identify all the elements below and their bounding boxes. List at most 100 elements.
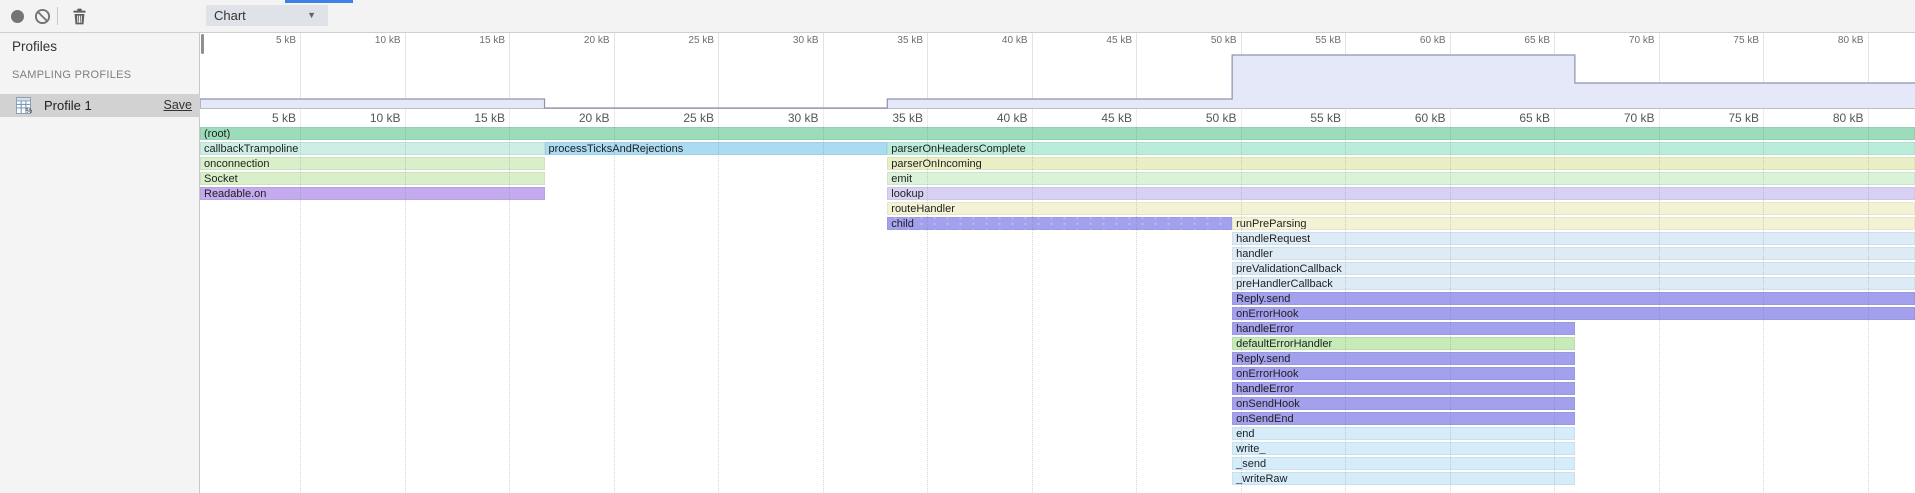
- flame-bar[interactable]: _writeRaw: [1232, 472, 1575, 485]
- ruler-tick-label: 5 kB: [226, 111, 296, 125]
- record-button[interactable]: [6, 6, 28, 26]
- grid-line: [509, 109, 510, 127]
- flame-bar-label: parserOnIncoming: [891, 158, 982, 170]
- flame-graph: (root) callbackTrampoline processTicksAndR…: [200, 127, 1915, 493]
- flame-bar[interactable]: Reply.send: [1232, 292, 1915, 305]
- ruler-tick-label: 30 kB: [749, 111, 819, 125]
- ruler-tick-label: 40 kB: [958, 111, 1028, 125]
- sidebar-title: Profiles: [12, 39, 57, 54]
- flame-chart-area: 5 kB10 kB15 kB20 kB25 kB30 kB35 kB40 kB4…: [200, 33, 1915, 493]
- grid-line: [1450, 109, 1451, 127]
- grid-line: [927, 109, 928, 127]
- flame-bar-label: _writeRaw: [1236, 473, 1287, 485]
- flame-bar[interactable]: Reply.send: [1232, 352, 1575, 365]
- flame-bar[interactable]: parserOnHeadersComplete: [887, 142, 1915, 155]
- grid-line: [1032, 109, 1033, 127]
- flame-bar[interactable]: write_: [1232, 442, 1575, 455]
- grid-line: [1659, 109, 1660, 127]
- flame-bar[interactable]: end: [1232, 427, 1575, 440]
- dropdown-arrow-icon: ▼: [307, 5, 316, 26]
- grid-line: [1241, 109, 1242, 127]
- flame-bar[interactable]: onErrorHook: [1232, 367, 1575, 380]
- active-tab-indicator: [285, 0, 353, 3]
- flame-bar-label: onSendEnd: [1236, 413, 1294, 425]
- flame-bar[interactable]: parserOnIncoming: [887, 157, 1915, 170]
- toolbar-separator: [57, 7, 58, 25]
- flame-bar-label: preHandlerCallback: [1236, 278, 1333, 290]
- profiler-controls: [0, 0, 200, 32]
- grid-line: [1136, 109, 1137, 127]
- flame-bar-label: onSendHook: [1236, 398, 1300, 410]
- ruler-tick-label: 25 kB: [644, 111, 714, 125]
- flame-bar-label: parserOnHeadersComplete: [891, 143, 1026, 155]
- flame-bar-label: preValidationCallback: [1236, 263, 1342, 275]
- profile-name: Profile 1: [44, 98, 92, 113]
- flame-bar[interactable]: child: [887, 217, 1232, 230]
- flame-bar-label: write_: [1236, 443, 1265, 455]
- grid-line: [718, 109, 719, 127]
- flame-bar[interactable]: onSendEnd: [1232, 412, 1575, 425]
- flame-bar[interactable]: preHandlerCallback: [1232, 277, 1915, 290]
- chart-view-select[interactable]: Chart ▼: [206, 5, 328, 26]
- flame-bar-label: child: [891, 218, 914, 230]
- flame-bar[interactable]: handleError: [1232, 382, 1575, 395]
- ruler-tick-label: 10 kB: [331, 111, 401, 125]
- flame-bar-label: Reply.send: [1236, 293, 1290, 305]
- memory-overview-chart[interactable]: [200, 33, 1915, 109]
- grid-line: [823, 109, 824, 127]
- ruler-tick-label: 35 kB: [853, 111, 923, 125]
- svg-text:%: %: [26, 106, 33, 114]
- sampling-profiles-section-label: SAMPLING PROFILES: [12, 69, 131, 81]
- flame-bar[interactable]: Socket: [200, 172, 545, 185]
- flame-bar[interactable]: handleRequest: [1232, 232, 1915, 245]
- flame-bar-label: callbackTrampoline: [204, 143, 298, 155]
- flame-bar[interactable]: callbackTrampoline: [200, 142, 545, 155]
- sampling-profiler-panel: Chart ▼ Profiles SAMPLING PROFILES % Pro…: [0, 0, 1915, 493]
- flame-bar[interactable]: onErrorHook: [1232, 307, 1915, 320]
- flame-bar-label: onErrorHook: [1236, 308, 1298, 320]
- flame-bar-label: lookup: [891, 188, 923, 200]
- flame-bar[interactable]: lookup: [887, 187, 1915, 200]
- grid-line: [1763, 109, 1764, 127]
- grid-line: [1554, 109, 1555, 127]
- flame-bar[interactable]: emit: [887, 172, 1915, 185]
- flame-bar[interactable]: _send: [1232, 457, 1575, 470]
- flame-bar-label: handleError: [1236, 383, 1293, 395]
- flame-bar-label: processTicksAndRejections: [549, 143, 684, 155]
- flame-bar[interactable]: handler: [1232, 247, 1915, 260]
- flame-bar[interactable]: onSendHook: [1232, 397, 1575, 410]
- flame-bar-label: Readable.on: [204, 188, 266, 200]
- flame-bar[interactable]: handleError: [1232, 322, 1575, 335]
- flame-bar-label: handler: [1236, 248, 1273, 260]
- ruler-tick-label: 80 kB: [1794, 111, 1864, 125]
- delete-profile-button[interactable]: [68, 6, 90, 26]
- flame-bar[interactable]: Readable.on: [200, 187, 545, 200]
- ruler-tick-label: 55 kB: [1271, 111, 1341, 125]
- chart-view-select-value: Chart: [214, 8, 246, 23]
- block-icon: [34, 8, 51, 25]
- ruler-tick-label: 60 kB: [1376, 111, 1446, 125]
- grid-line: [1345, 109, 1346, 127]
- flame-bar-label: runPreParsing: [1236, 218, 1306, 230]
- ruler-tick-label: 20 kB: [540, 111, 610, 125]
- flame-bar[interactable]: defaultErrorHandler: [1232, 337, 1575, 350]
- ruler-tick-label: 45 kB: [1062, 111, 1132, 125]
- flame-bar-label: emit: [891, 173, 912, 185]
- profile-list-item[interactable]: % Profile 1 Save: [0, 94, 200, 117]
- flame-bar[interactable]: (root): [200, 127, 1915, 140]
- flame-bar-label: handleError: [1236, 323, 1293, 335]
- record-icon: [10, 9, 25, 24]
- flame-bar[interactable]: routeHandler: [887, 202, 1915, 215]
- flame-bar-label: end: [1236, 428, 1254, 440]
- flame-bar[interactable]: processTicksAndRejections: [545, 142, 888, 155]
- flame-bar[interactable]: runPreParsing: [1232, 217, 1915, 230]
- flame-bar-label: Socket: [204, 173, 238, 185]
- flame-bar-label: Reply.send: [1236, 353, 1290, 365]
- flame-bar[interactable]: preValidationCallback: [1232, 262, 1915, 275]
- flame-bar[interactable]: onconnection: [200, 157, 545, 170]
- trash-icon: [72, 8, 87, 25]
- flame-bar-label: (root): [204, 128, 230, 140]
- clear-button[interactable]: [31, 6, 53, 26]
- ruler-tick-label: 50 kB: [1167, 111, 1237, 125]
- save-profile-link[interactable]: Save: [164, 98, 193, 112]
